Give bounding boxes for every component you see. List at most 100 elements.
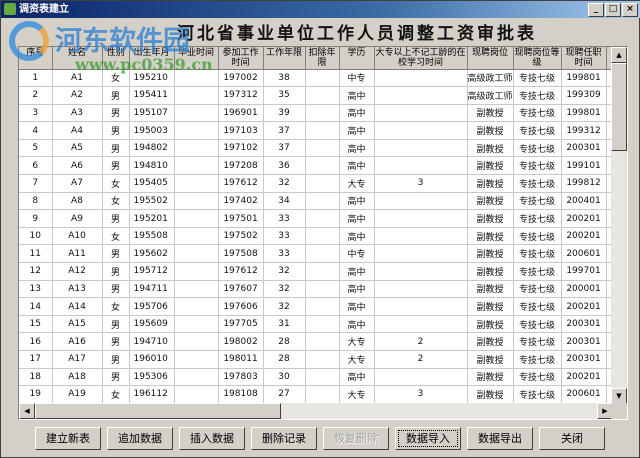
table-cell[interactable]: 197502 bbox=[218, 227, 264, 246]
table-cell[interactable] bbox=[305, 209, 340, 228]
insert-data-button[interactable]: 插入数据 bbox=[179, 427, 245, 450]
table-cell[interactable]: 35 bbox=[263, 86, 306, 105]
table-cell[interactable]: 男 bbox=[102, 86, 130, 105]
table-cell[interactable]: 男 bbox=[102, 156, 130, 176]
column-header[interactable]: 工作年限 bbox=[263, 47, 306, 70]
table-cell[interactable]: 197002 bbox=[218, 69, 264, 88]
table-cell[interactable] bbox=[305, 139, 340, 158]
table-cell[interactable]: 12 bbox=[19, 262, 53, 281]
table-cell[interactable] bbox=[174, 385, 219, 404]
column-header[interactable]: 现聘任职时间 bbox=[561, 47, 607, 70]
table-cell[interactable]: 200201 bbox=[561, 209, 607, 228]
table-cell[interactable]: 198002 bbox=[218, 332, 264, 351]
restore-delete-button[interactable]: 恢复删除 bbox=[323, 427, 389, 450]
table-row[interactable]: 19 A19 女 196112 198108 27 大专 3 副教授 专技七级 200601 bbox=[19, 385, 627, 404]
table-cell[interactable]: 2 bbox=[19, 86, 53, 105]
table-cell[interactable]: 31 bbox=[263, 315, 306, 334]
table-cell[interactable] bbox=[305, 104, 340, 123]
table-cell[interactable] bbox=[174, 262, 219, 281]
table-cell[interactable]: 男 bbox=[102, 368, 130, 387]
table-cell[interactable]: 195502 bbox=[129, 192, 175, 211]
table-cell[interactable] bbox=[174, 315, 219, 334]
table-row[interactable]: 6 A6 男 194810 197208 36 高中 副教授 专技七级 199101 bbox=[19, 156, 627, 176]
table-cell[interactable]: 17 bbox=[19, 350, 53, 369]
table-cell[interactable] bbox=[174, 86, 219, 105]
minimize-button[interactable]: _ bbox=[588, 3, 604, 17]
table-row[interactable]: 2A2男19541119731235高中高级政工师专技七级199309高 bbox=[19, 86, 627, 105]
table-cell[interactable]: 高中 bbox=[339, 192, 375, 211]
table-cell[interactable]: 39 bbox=[263, 104, 306, 123]
table-cell[interactable] bbox=[305, 262, 340, 281]
table-cell[interactable]: 200301 bbox=[561, 315, 607, 334]
table-cell[interactable]: 副教授 bbox=[467, 121, 514, 140]
table-cell[interactable]: 专技七级 bbox=[513, 174, 562, 193]
table-cell[interactable]: 197508 bbox=[218, 244, 264, 264]
table-cell[interactable] bbox=[305, 385, 340, 404]
export-data-button[interactable]: 数据导出 bbox=[467, 427, 533, 450]
table-cell[interactable]: 副教授 bbox=[467, 385, 514, 404]
table-cell[interactable]: 副教授 bbox=[467, 368, 514, 387]
table-cell[interactable] bbox=[174, 332, 219, 351]
table-cell[interactable]: 28 bbox=[263, 350, 306, 369]
scroll-left-button[interactable]: ◀ bbox=[19, 403, 35, 419]
table-cell[interactable]: 4 bbox=[19, 121, 53, 140]
column-header[interactable]: 参加工作时间 bbox=[218, 47, 264, 70]
table-cell[interactable] bbox=[305, 280, 340, 299]
column-header[interactable]: 现聘岗位等级 bbox=[513, 47, 562, 70]
table-cell[interactable]: 专技七级 bbox=[513, 209, 562, 228]
table-cell[interactable] bbox=[305, 174, 340, 193]
create-table-button[interactable]: 建立新表 bbox=[35, 427, 101, 450]
table-cell[interactable]: 女 bbox=[102, 174, 130, 193]
table-cell[interactable]: A15 bbox=[52, 315, 103, 334]
table-cell[interactable]: 197208 bbox=[218, 156, 264, 176]
horizontal-scrollbar[interactable]: ◀ ▶ bbox=[19, 403, 613, 419]
table-cell[interactable]: 195712 bbox=[129, 262, 175, 281]
table-row[interactable]: 14 A14 女 195706 197606 32 高中 副教授 专技七级 200201 bbox=[19, 297, 627, 316]
table-cell[interactable]: 专技七级 bbox=[513, 121, 562, 140]
table-cell[interactable]: 33 bbox=[263, 244, 306, 264]
table-cell[interactable] bbox=[174, 244, 219, 264]
table-cell[interactable]: 199801 bbox=[561, 104, 607, 123]
table-cell[interactable]: A12 bbox=[52, 262, 103, 281]
table-cell[interactable]: 高中 bbox=[339, 368, 375, 387]
table-cell[interactable] bbox=[174, 297, 219, 316]
table-cell[interactable]: 14 bbox=[19, 297, 53, 316]
table-cell[interactable]: 副教授 bbox=[467, 209, 514, 228]
table-cell[interactable]: 37 bbox=[263, 139, 306, 158]
table-cell[interactable] bbox=[174, 69, 219, 88]
table-cell[interactable]: 3 bbox=[374, 385, 468, 404]
table-cell[interactable]: 200301 bbox=[561, 332, 607, 351]
table-cell[interactable]: 6 bbox=[19, 156, 53, 176]
table-cell[interactable]: 男 bbox=[102, 332, 130, 351]
table-cell[interactable]: 大专 bbox=[339, 350, 375, 369]
table-cell[interactable]: 197606 bbox=[218, 297, 264, 316]
table-cell[interactable]: A11 bbox=[52, 244, 103, 264]
table-cell[interactable]: A1 bbox=[52, 69, 103, 88]
table-cell[interactable]: 专技七级 bbox=[513, 86, 562, 105]
table-cell[interactable]: 195003 bbox=[129, 121, 175, 140]
column-header[interactable]: 扣除年限 bbox=[305, 47, 340, 70]
table-row[interactable]: 17 A17 男 196010 198011 28 大专 2 副教授 专技七级 200301 bbox=[19, 350, 627, 369]
table-cell[interactable]: A19 bbox=[52, 385, 103, 404]
table-cell[interactable]: 女 bbox=[102, 69, 130, 88]
table-cell[interactable] bbox=[305, 244, 340, 264]
table-cell[interactable]: 197402 bbox=[218, 192, 264, 211]
column-header[interactable]: 学历 bbox=[339, 47, 375, 70]
append-data-button[interactable]: 追加数据 bbox=[107, 427, 173, 450]
column-header[interactable]: 性别 bbox=[102, 47, 130, 70]
table-cell[interactable]: 副教授 bbox=[467, 104, 514, 123]
table-cell[interactable] bbox=[305, 227, 340, 246]
table-cell[interactable] bbox=[305, 350, 340, 369]
table-cell[interactable]: 专技七级 bbox=[513, 368, 562, 387]
table-row[interactable]: 4 A4 男 195003 197103 37 高中 副教授 专技七级 199312 bbox=[19, 121, 627, 140]
table-cell[interactable]: 高中 bbox=[339, 121, 375, 140]
horizontal-scroll-thumb[interactable] bbox=[35, 403, 281, 419]
table-cell[interactable]: 副教授 bbox=[467, 139, 514, 158]
table-cell[interactable] bbox=[374, 121, 468, 140]
table-cell[interactable] bbox=[374, 280, 468, 299]
table-cell[interactable]: 副教授 bbox=[467, 297, 514, 316]
table-cell[interactable]: 高中 bbox=[339, 262, 375, 281]
table-cell[interactable]: 高中 bbox=[339, 280, 375, 299]
table-cell[interactable]: 男 bbox=[102, 315, 130, 334]
table-cell[interactable]: 大专 bbox=[339, 385, 375, 404]
